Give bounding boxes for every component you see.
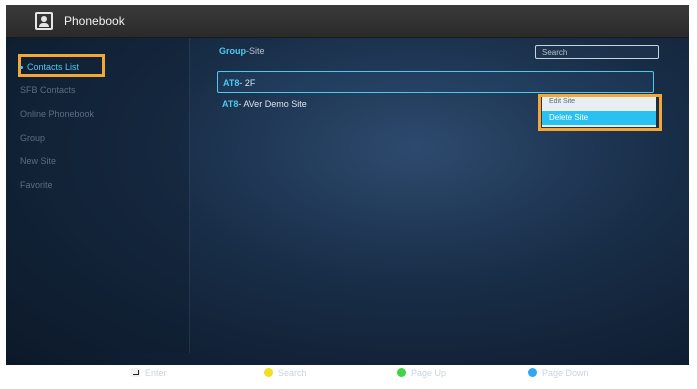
sidebar-item-label: Online Phonebook [20, 109, 95, 119]
sidebar-item-online-phonebook[interactable]: Online Phonebook [20, 109, 94, 119]
focus-highlight-menu [538, 94, 662, 131]
green-dot-icon [397, 368, 406, 378]
sidebar-item-sfb-contacts[interactable]: SFB Contacts [20, 85, 76, 95]
sidebar: Contacts List SFB Contacts Online Phoneb… [6, 38, 190, 353]
sidebar-item-new-site[interactable]: New Site [20, 156, 56, 166]
sidebar-item-label: SFB Contacts [20, 85, 76, 95]
site-code: AT8 [223, 78, 240, 88]
site-code: AT8 [222, 99, 239, 109]
footer-page-up-hint: Page Up [397, 368, 446, 378]
list-header: Group-Site [219, 46, 265, 56]
header-site-label: -Site [246, 46, 265, 56]
sidebar-item-group[interactable]: Group [20, 133, 45, 143]
phonebook-icon [35, 12, 53, 30]
footer-search-hint: Search [264, 368, 307, 378]
page-title: Phonebook [64, 14, 125, 28]
sidebar-item-label: Group [20, 133, 46, 143]
phonebook-screen: Phonebook Contacts List SFB Contacts Onl… [6, 5, 689, 365]
sidebar-item-favorite[interactable]: Favorite [20, 180, 53, 190]
footer-label: Page Down [542, 368, 589, 378]
search-input[interactable]: Search [535, 45, 659, 59]
footer-label: Page Up [411, 368, 447, 378]
footer-enter-hint: Enter [131, 368, 167, 378]
contact-row-selected[interactable]: AT8- 2F [217, 71, 654, 93]
sidebar-item-contacts-list[interactable]: Contacts List [20, 62, 79, 72]
title-bar: Phonebook [6, 5, 689, 38]
footer-page-down-hint: Page Down [528, 368, 589, 378]
site-name: - AVer Demo Site [238, 99, 307, 109]
header-group-label: Group [219, 46, 246, 56]
sidebar-item-label: Favorite [20, 180, 53, 190]
blue-dot-icon [528, 368, 537, 378]
footer-label: Enter [145, 368, 167, 378]
site-name: - 2F [239, 78, 256, 88]
active-bullet-icon [20, 66, 23, 70]
search-placeholder: Search [542, 48, 568, 57]
yellow-dot-icon [264, 368, 273, 378]
enter-key-icon [131, 368, 140, 378]
sidebar-item-label: New Site [20, 156, 57, 166]
footer-label: Search [278, 368, 307, 378]
sidebar-item-label: Contacts List [27, 62, 80, 72]
